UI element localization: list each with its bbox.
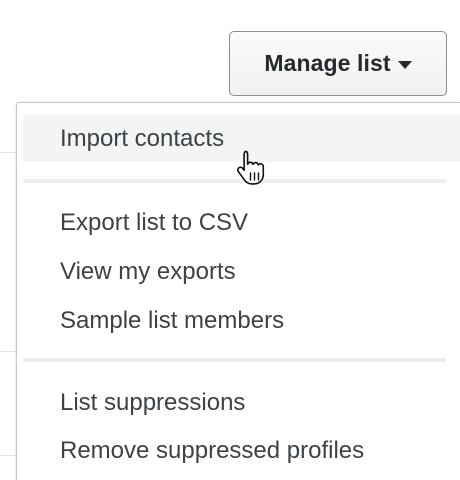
menu-divider <box>23 358 446 362</box>
menu-item-label: Sample list members <box>60 306 285 334</box>
menu-item-label: Export list to CSV <box>60 208 249 236</box>
caret-down-icon <box>397 60 412 69</box>
manage-list-label: Manage list <box>264 50 391 76</box>
menu-item-label: Import contacts <box>60 124 225 152</box>
menu-divider <box>23 179 446 183</box>
menu-item-label: Remove suppressed profiles <box>60 436 365 464</box>
menu-item-sample-list-members[interactable]: Sample list members <box>23 297 460 344</box>
page: Manage list Import contacts Export list … <box>0 0 460 480</box>
menu-item-list-suppressions[interactable]: List suppressions <box>23 379 460 426</box>
menu-item-view-my-exports[interactable]: View my exports <box>23 248 460 295</box>
menu-item-label: List suppressions <box>60 388 246 416</box>
menu-item-label: View my exports <box>60 257 236 285</box>
manage-list-button[interactable]: Manage list <box>229 31 447 96</box>
menu-item-export-list-to-csv[interactable]: Export list to CSV <box>23 199 460 246</box>
pointer-hand-icon <box>236 150 265 185</box>
menu-item-remove-suppressed-profiles[interactable]: Remove suppressed profiles <box>23 427 460 474</box>
